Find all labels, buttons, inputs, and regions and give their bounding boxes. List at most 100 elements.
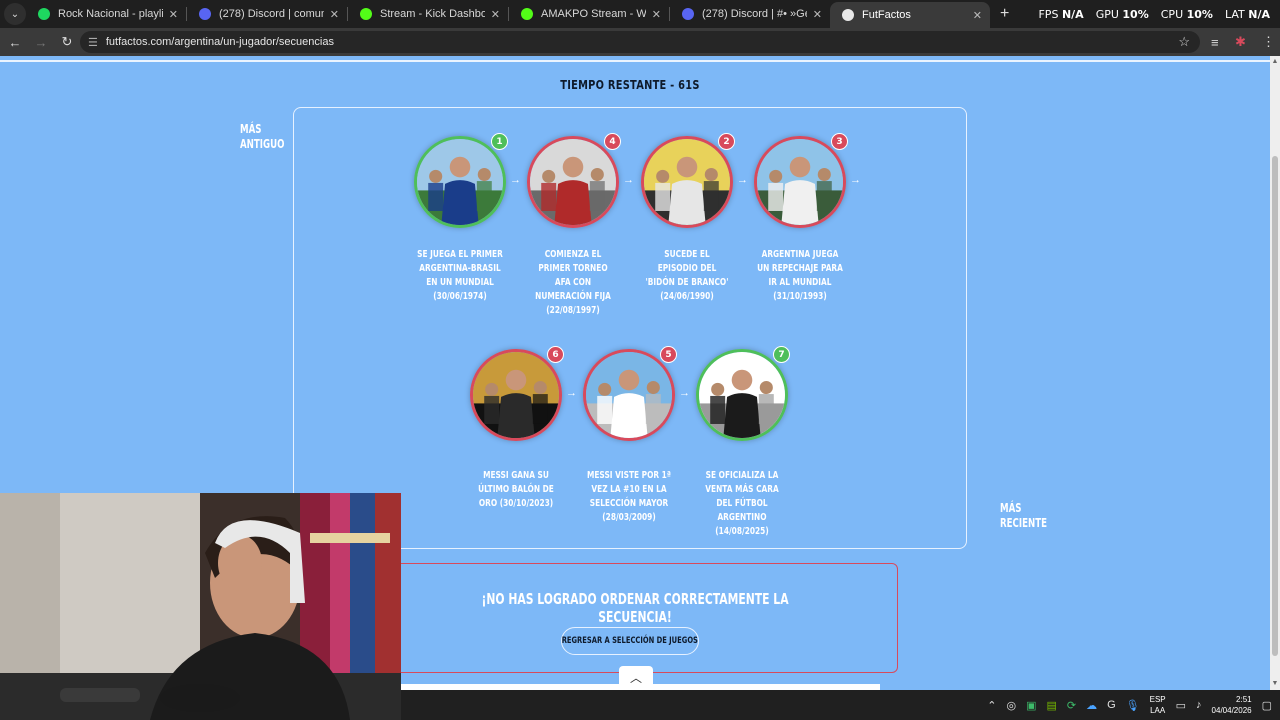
tab-favicon-icon <box>842 9 854 21</box>
order-badge: 4 <box>604 133 621 150</box>
tab-title: Stream - Kick Dashboard <box>380 8 485 20</box>
stat-item: CPU 10% <box>1161 8 1213 21</box>
sequence-item-card[interactable] <box>583 349 675 441</box>
tray-app-icon[interactable]: ◎ <box>1006 699 1016 712</box>
page-scrollbar[interactable]: ▲ ▼ <box>1270 56 1280 690</box>
webcam-scene <box>0 493 401 720</box>
sequence-arrow-icon: → <box>510 174 521 186</box>
event-caption: SE OFICIALIZA LA VENTA MÁS CARA DEL FÚTB… <box>705 470 779 537</box>
browser-tab[interactable]: (278) Discord | comunidad | AM ✕ <box>187 0 347 28</box>
top-divider <box>0 60 1270 62</box>
tray-overflow-icon[interactable]: ⌃ <box>987 699 996 712</box>
tab-close-icon[interactable]: ✕ <box>169 8 178 21</box>
countdown-timer: TIEMPO RESTANTE - 61S <box>560 78 700 92</box>
tab-title: AMAKPO Stream - Watch Live o <box>541 8 646 20</box>
stat-value: 10% <box>1122 7 1149 21</box>
tab-favicon-icon <box>199 8 211 20</box>
event-photo <box>473 352 559 438</box>
microphone-icon[interactable]: 🎙 <box>1126 699 1140 712</box>
bookmark-star-icon[interactable]: ☆ <box>1178 34 1190 50</box>
clock[interactable]: 2:51 04/04/2026 <box>1212 694 1252 716</box>
stat-label: CPU <box>1160 7 1184 21</box>
event-caption: SUCEDE EL EPISODIO DEL 'BIDÓN DE BRANCO'… <box>645 249 729 302</box>
network-icon[interactable]: ▭ <box>1176 699 1186 712</box>
sequence-item-card[interactable] <box>754 136 846 228</box>
event-caption: ARGENTINA JUEGA UN REPECHAJE PARA IR AL … <box>757 249 843 302</box>
tray-g-icon[interactable]: G <box>1107 699 1116 711</box>
stat-label: LAT <box>1224 7 1245 21</box>
order-badge: 2 <box>718 133 735 150</box>
tab-close-icon[interactable]: ✕ <box>330 8 339 21</box>
tab-close-icon[interactable]: ✕ <box>973 9 982 22</box>
tab-title: Rock Nacional - playlist by Ama <box>58 8 163 20</box>
sequence-item-card[interactable] <box>696 349 788 441</box>
order-badge: 3 <box>831 133 848 150</box>
site-info-icon[interactable]: ☰ <box>88 36 98 49</box>
tray-cloud-icon[interactable]: ☁ <box>1086 699 1097 712</box>
tab-close-icon[interactable]: ✕ <box>813 8 822 21</box>
scrollbar-thumb[interactable] <box>1272 156 1278 656</box>
tab-favicon-icon <box>682 8 694 20</box>
tab-title: FutFactos <box>862 9 911 21</box>
tray-refresh-icon[interactable]: ⟳ <box>1067 699 1076 712</box>
tab-favicon-icon <box>360 8 372 20</box>
browser-menu-icon[interactable]: ⋮ <box>1262 28 1275 56</box>
browser-tab[interactable]: FutFactos ✕ <box>830 2 990 28</box>
stat-value: 10% <box>1186 7 1213 21</box>
back-to-games-button[interactable]: REGRESAR A SELECCIÓN DE JUEGOS <box>561 627 699 655</box>
tab-favicon-icon <box>38 8 50 20</box>
browser-tab-bar: ⌄ Rock Nacional - playlist by Ama✕(278) … <box>0 0 1280 28</box>
sequence-arrow-icon: → <box>737 174 748 186</box>
forward-arrow-icon[interactable]: → <box>30 31 52 53</box>
stat-value: N/A <box>1061 7 1084 21</box>
system-tray: ⌃ ◎ ▣ ▤ ⟳ ☁ G 🎙 ESP LAA ▭ ♪ 2:51 04/04/2… <box>987 690 1280 720</box>
media-controls-icon[interactable]: ≡ <box>1211 28 1219 56</box>
stat-label: GPU <box>1095 7 1119 21</box>
tray-nvidia-icon[interactable]: ▤ <box>1046 699 1056 712</box>
browser-tab[interactable]: Rock Nacional - playlist by Ama ✕ <box>26 0 186 28</box>
order-badge: 5 <box>660 346 677 363</box>
scroll-down-arrow-icon[interactable]: ▼ <box>1271 680 1279 688</box>
sequence-item-card[interactable] <box>414 136 506 228</box>
sequence-item-card[interactable] <box>641 136 733 228</box>
browser-tab[interactable]: (278) Discord | #• »Genera ✕ <box>670 0 830 28</box>
event-caption: MESSI GANA SU ÚLTIMO BALÓN DE ORO (30/10… <box>478 470 554 509</box>
sequence-arrow-icon: → <box>679 387 690 399</box>
stat-item: GPU 10% <box>1096 8 1149 21</box>
sequence-item-card[interactable] <box>527 136 619 228</box>
order-badge: 1 <box>491 133 508 150</box>
os-taskbar: ⌃ ◎ ▣ ▤ ⟳ ☁ G 🎙 ESP LAA ▭ ♪ 2:51 04/04/2… <box>401 690 1280 720</box>
stat-label: FPS <box>1038 7 1059 21</box>
input-language[interactable]: ESP LAA <box>1150 694 1166 716</box>
event-photo <box>644 139 730 225</box>
browser-tab[interactable]: AMAKPO Stream - Watch Live o ✕ <box>509 0 669 28</box>
stat-value: N/A <box>1248 7 1270 21</box>
tab-search-button[interactable]: ⌄ <box>4 3 26 25</box>
tab-close-icon[interactable]: ✕ <box>491 8 500 21</box>
address-bar[interactable]: ☰ futfactos.com/argentina/un-jugador/sec… <box>80 31 1200 53</box>
tab-title: (278) Discord | #• »Genera <box>702 8 807 20</box>
event-caption: SE JUEGA EL PRIMER ARGENTINA-BRASIL EN U… <box>417 249 503 302</box>
browser-tab[interactable]: Stream - Kick Dashboard ✕ <box>348 0 508 28</box>
tray-green-app-icon[interactable]: ▣ <box>1026 699 1036 712</box>
event-caption: COMIENZA EL PRIMER TORNEO AFA CON NUMERA… <box>535 249 611 316</box>
new-tab-button[interactable]: + <box>1000 5 1009 23</box>
tab-title: (278) Discord | comunidad | AM <box>219 8 324 20</box>
result-message: ¡NO HAS LOGRADO ORDENAR CORRECTAMENTE LA… <box>481 590 789 626</box>
event-photo <box>699 352 785 438</box>
sequence-item-card[interactable] <box>470 349 562 441</box>
oldest-label: MÁS ANTIGUO <box>240 122 285 151</box>
scroll-up-arrow-icon[interactable]: ▲ <box>1271 58 1279 66</box>
newest-label: MÁS RECIENTE <box>1000 501 1048 530</box>
tab-close-icon[interactable]: ✕ <box>652 8 661 21</box>
order-badge: 7 <box>773 346 790 363</box>
tab-favicon-icon <box>521 8 533 20</box>
extension-icon[interactable]: ✱ <box>1235 28 1246 56</box>
notifications-icon[interactable]: ▢ <box>1262 699 1272 712</box>
volume-icon[interactable]: ♪ <box>1196 699 1202 711</box>
sequence-arrow-icon: → <box>566 387 577 399</box>
reload-icon[interactable]: ↻ <box>56 31 78 53</box>
back-arrow-icon[interactable]: ← <box>4 31 26 53</box>
webcam-overlay <box>0 493 401 720</box>
event-caption: MESSI VISTE POR 1ª VEZ LA #10 EN LA SELE… <box>587 470 671 523</box>
